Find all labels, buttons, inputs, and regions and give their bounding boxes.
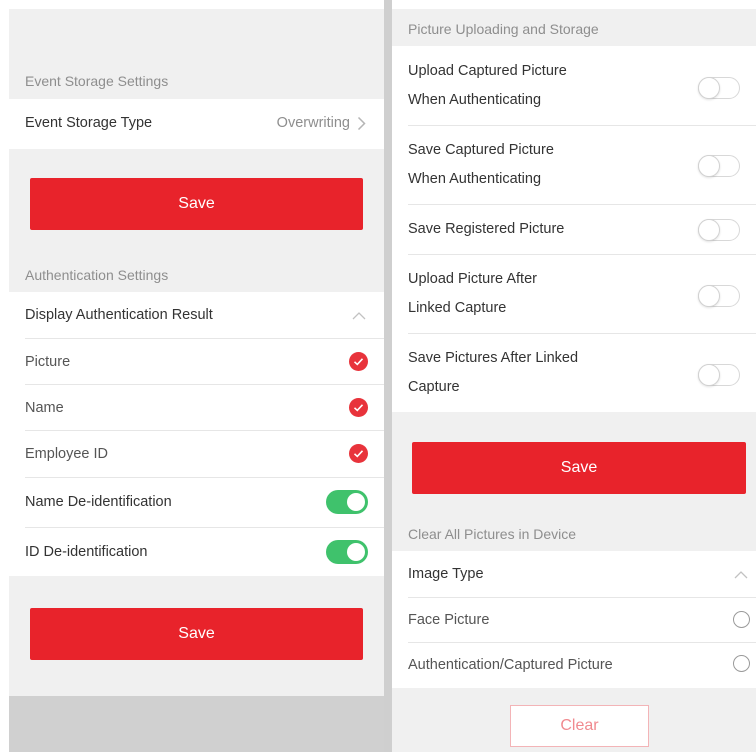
image-type-row[interactable]: Image Type bbox=[392, 551, 756, 597]
auth-item-employee-id[interactable]: Employee ID bbox=[9, 431, 384, 477]
setting-label-line1: Upload Picture After bbox=[408, 271, 537, 287]
chevron-right-icon bbox=[357, 116, 366, 131]
auth-item-name[interactable]: Name bbox=[9, 385, 384, 430]
id-deidentification-row: ID De-identification bbox=[9, 528, 384, 576]
upload-captured-picture-row: Upload Captured Picture When Authenticat… bbox=[392, 46, 756, 125]
save-pictures-after-linked-capture-row: Save Pictures After Linked Capture bbox=[392, 334, 756, 412]
bottom-shade bbox=[9, 696, 384, 752]
left-phone-frame: Event Storage Settings Event Storage Typ… bbox=[9, 9, 384, 752]
auth-item-label: Name bbox=[25, 400, 64, 416]
clear-button[interactable]: Clear bbox=[510, 705, 649, 747]
check-circle-icon bbox=[349, 352, 368, 371]
divider-shade bbox=[384, 0, 392, 752]
auth-item-label: Picture bbox=[25, 354, 71, 370]
event-storage-save-button[interactable]: Save bbox=[30, 178, 363, 230]
setting-label-line2: When Authenticating bbox=[408, 171, 542, 187]
option-label: Face Picture bbox=[408, 612, 490, 628]
display-authentication-result-row[interactable]: Display Authentication Result bbox=[9, 292, 384, 338]
image-type-option-auth-captured-picture[interactable]: Authentication/Captured Picture bbox=[392, 643, 756, 688]
setting-label-line2: When Authenticating bbox=[408, 92, 542, 108]
name-deidentification-toggle[interactable] bbox=[326, 490, 368, 514]
authentication-settings-header: Authentication Settings bbox=[25, 267, 169, 283]
setting-label-line1: Save Pictures After Linked bbox=[408, 350, 579, 366]
radio-button[interactable] bbox=[733, 611, 750, 628]
clear-pictures-header: Clear All Pictures in Device bbox=[408, 526, 577, 542]
clear-pictures-card: Image Type Face Picture Authentication/C… bbox=[392, 551, 756, 688]
save-registered-picture-row: Save Registered Picture bbox=[392, 205, 756, 254]
authentication-save-button[interactable]: Save bbox=[30, 608, 363, 660]
option-label: Authentication/Captured Picture bbox=[408, 657, 613, 673]
id-deidentification-label: ID De-identification bbox=[25, 544, 148, 560]
right-screen: Picture Uploading and Storage Upload Cap… bbox=[392, 0, 756, 752]
id-deidentification-toggle[interactable] bbox=[326, 540, 368, 564]
setting-label-line1: Save Captured Picture bbox=[408, 142, 554, 158]
upload-storage-save-button[interactable]: Save bbox=[412, 442, 746, 494]
auth-item-picture[interactable]: Picture bbox=[9, 339, 384, 384]
chevron-up-icon bbox=[734, 571, 748, 579]
save-registered-picture-toggle[interactable] bbox=[698, 219, 740, 241]
upload-picture-after-linked-capture-toggle[interactable] bbox=[698, 285, 740, 307]
event-storage-type-value: Overwriting bbox=[276, 115, 350, 131]
setting-label-line1: Save Registered Picture bbox=[408, 221, 565, 237]
auth-item-label: Employee ID bbox=[25, 446, 109, 462]
display-authentication-result-label: Display Authentication Result bbox=[25, 307, 213, 323]
setting-label-line1: Upload Captured Picture bbox=[408, 63, 567, 79]
radio-button[interactable] bbox=[733, 655, 750, 672]
save-captured-picture-toggle[interactable] bbox=[698, 155, 740, 177]
left-screen: Event Storage Settings Event Storage Typ… bbox=[0, 0, 392, 752]
name-deidentification-label: Name De-identification bbox=[25, 494, 172, 510]
save-pictures-after-linked-capture-toggle[interactable] bbox=[698, 364, 740, 386]
setting-label-line2: Linked Capture bbox=[408, 300, 507, 316]
check-circle-icon bbox=[349, 398, 368, 417]
picture-uploading-header: Picture Uploading and Storage bbox=[408, 21, 599, 37]
event-storage-type-row[interactable]: Event Storage Type Overwriting bbox=[9, 99, 384, 149]
authentication-settings-card: Display Authentication Result Picture Na… bbox=[9, 292, 384, 576]
image-type-option-face-picture[interactable]: Face Picture bbox=[392, 598, 756, 642]
setting-label-line2: Capture bbox=[408, 379, 460, 395]
right-phone-frame: Picture Uploading and Storage Upload Cap… bbox=[392, 9, 756, 752]
check-circle-icon bbox=[349, 444, 368, 463]
chevron-up-icon bbox=[352, 312, 366, 320]
event-storage-type-label: Event Storage Type bbox=[25, 115, 153, 131]
upload-storage-card: Upload Captured Picture When Authenticat… bbox=[392, 46, 756, 412]
upload-picture-after-linked-capture-row: Upload Picture After Linked Capture bbox=[392, 255, 756, 333]
name-deidentification-row: Name De-identification bbox=[9, 478, 384, 527]
save-captured-picture-row: Save Captured Picture When Authenticatin… bbox=[392, 126, 756, 204]
image-type-label: Image Type bbox=[408, 566, 484, 582]
upload-captured-picture-toggle[interactable] bbox=[698, 77, 740, 99]
event-storage-header: Event Storage Settings bbox=[25, 73, 169, 89]
